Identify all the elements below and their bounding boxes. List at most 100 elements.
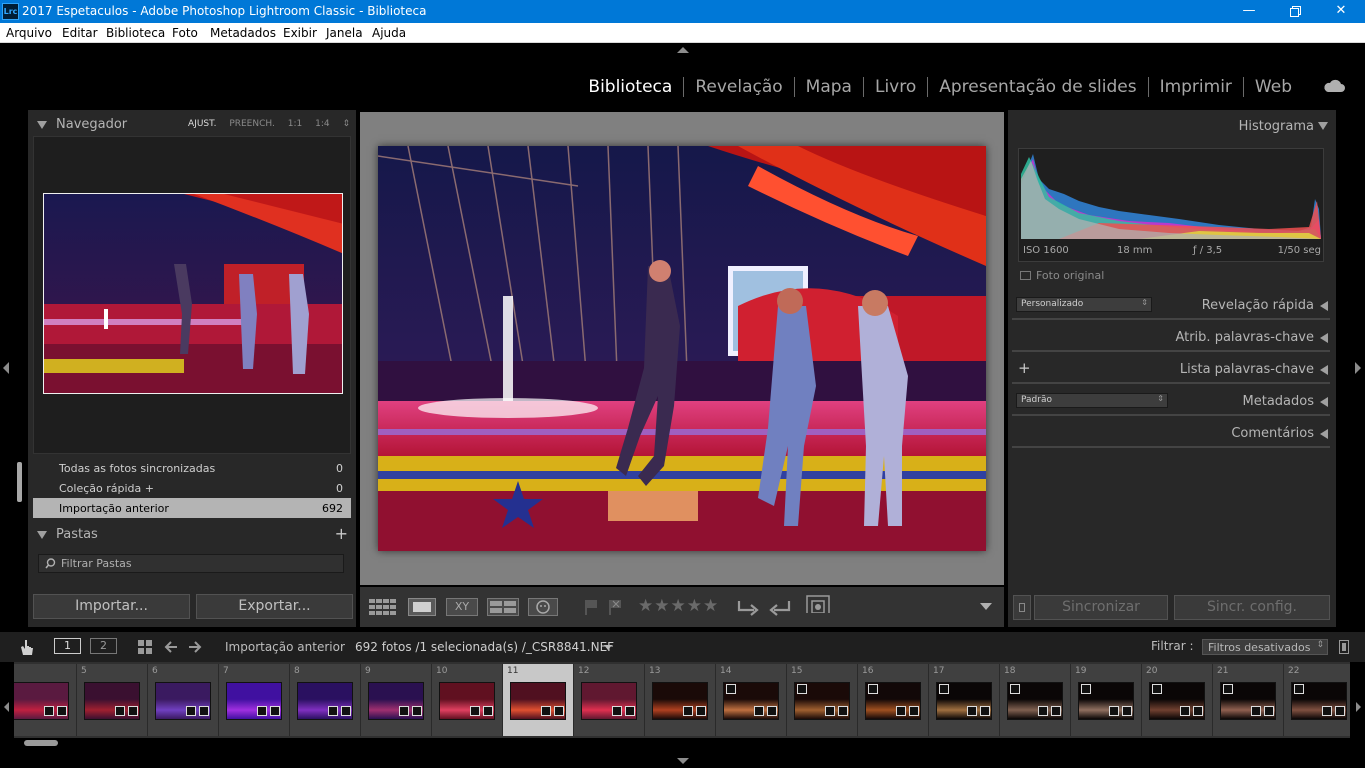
develop-badge-icon[interactable]: [128, 706, 138, 716]
keyword-badge-icon[interactable]: [541, 706, 551, 716]
develop-badge-icon[interactable]: [838, 706, 848, 716]
develop-badge-icon[interactable]: [1122, 706, 1132, 716]
left-panel-scrollbar[interactable]: [17, 462, 22, 502]
add-folder-icon[interactable]: +: [335, 524, 348, 543]
collapse-top-panel-icon[interactable]: [677, 47, 689, 53]
star-rating[interactable]: ★★★★★: [638, 596, 719, 616]
metadata-badge-icon[interactable]: [1152, 684, 1162, 694]
module-imprimir[interactable]: Imprimir: [1149, 77, 1243, 97]
metadata-preset-select[interactable]: Padrão ⇕: [1016, 393, 1168, 408]
second-window-toggle[interactable]: 2: [90, 638, 117, 654]
compare-view-icon[interactable]: XY: [446, 598, 478, 616]
develop-badge-icon[interactable]: [696, 706, 706, 716]
catalog-row-synced[interactable]: Todas as fotos sincronizadas 0: [33, 458, 351, 478]
zoom-fit-option[interactable]: AJUST.: [188, 119, 216, 129]
filmstrip-scroll-right-icon[interactable]: [1356, 702, 1361, 712]
menu-metadados[interactable]: Metadados: [210, 26, 276, 40]
keyword-badge-icon[interactable]: [967, 706, 977, 716]
develop-badge-icon[interactable]: [1335, 706, 1345, 716]
module-web[interactable]: Web: [1244, 77, 1303, 97]
filmstrip-thumbnail[interactable]: 16: [858, 664, 929, 736]
develop-badge-icon[interactable]: [1051, 706, 1061, 716]
develop-badge-icon[interactable]: [483, 706, 493, 716]
keyword-badge-icon[interactable]: [257, 706, 267, 716]
develop-badge-icon[interactable]: [1264, 706, 1274, 716]
survey-view-icon[interactable]: [487, 598, 519, 616]
metadata-badge-icon[interactable]: [1081, 684, 1091, 694]
keyword-badge-icon[interactable]: [683, 706, 693, 716]
grid-view-icon[interactable]: [368, 598, 398, 616]
develop-badge-icon[interactable]: [909, 706, 919, 716]
quick-develop-preset-select[interactable]: Personalizado ⇕: [1016, 297, 1152, 312]
metadata-badge-icon[interactable]: [1294, 684, 1304, 694]
histogram[interactable]: ISO 1600 18 mm ƒ / 3,5 1/50 seg: [1018, 148, 1324, 262]
loupe-view-icon[interactable]: [408, 598, 436, 616]
flag-icon[interactable]: [584, 598, 598, 616]
filmstrip-thumbnail[interactable]: 19: [1071, 664, 1142, 736]
filmstrip-thumbnail[interactable]: 13: [645, 664, 716, 736]
keyword-badge-icon[interactable]: [825, 706, 835, 716]
arrow-left-icon[interactable]: [164, 640, 178, 654]
people-view-icon[interactable]: [528, 598, 558, 616]
keyword-badge-icon[interactable]: [399, 706, 409, 716]
filmstrip-thumbnail[interactable]: 12: [574, 664, 645, 736]
catalog-row-quick-collection[interactable]: Coleção rápida + 0: [33, 478, 351, 498]
keyword-badge-icon[interactable]: [1109, 706, 1119, 716]
develop-badge-icon[interactable]: [980, 706, 990, 716]
zoom-1-4-option[interactable]: 1:4: [315, 119, 329, 129]
filmstrip-thumbnail[interactable]: [14, 664, 77, 736]
module-apresentacao[interactable]: Apresentação de slides: [928, 77, 1147, 97]
menu-exibir[interactable]: Exibir: [283, 26, 317, 40]
sync-settings-button[interactable]: Sincr. config.: [1174, 595, 1330, 620]
metadata-badge-icon[interactable]: [939, 684, 949, 694]
develop-badge-icon[interactable]: [625, 706, 635, 716]
rotate-right-icon[interactable]: [768, 598, 792, 616]
zoom-stepper-icon[interactable]: ⇕: [342, 119, 350, 129]
keywording-header[interactable]: Atrib. palavras-chave: [1008, 323, 1336, 351]
menu-ajuda[interactable]: Ajuda: [372, 26, 406, 40]
keyword-badge-icon[interactable]: [186, 706, 196, 716]
catalog-row-previous-import[interactable]: Importação anterior 692: [33, 498, 351, 518]
comments-header[interactable]: Comentários: [1008, 419, 1336, 447]
keyword-badge-icon[interactable]: [115, 706, 125, 716]
import-button[interactable]: Importar...: [33, 594, 190, 619]
filmstrip-scrollbar[interactable]: [24, 740, 58, 746]
auto-sync-switch[interactable]: [1013, 595, 1031, 620]
chevron-down-icon[interactable]: [604, 645, 612, 650]
develop-badge-icon[interactable]: [199, 706, 209, 716]
collapse-left-panel-icon[interactable]: [3, 362, 9, 374]
keyword-badge-icon[interactable]: [754, 706, 764, 716]
zoom-1-1-option[interactable]: 1:1: [288, 119, 302, 129]
filmstrip-thumbnail[interactable]: 20: [1142, 664, 1213, 736]
develop-badge-icon[interactable]: [554, 706, 564, 716]
filmstrip-thumbnail[interactable]: 10: [432, 664, 503, 736]
close-button[interactable]: ✕: [1318, 0, 1364, 23]
arrow-right-icon[interactable]: [188, 640, 202, 654]
metadata-badge-icon[interactable]: [868, 684, 878, 694]
reject-flag-icon[interactable]: [608, 598, 622, 616]
module-livro[interactable]: Livro: [864, 77, 927, 97]
main-photo[interactable]: [378, 146, 986, 551]
quick-develop-header[interactable]: Personalizado ⇕ Revelação rápida: [1008, 291, 1336, 319]
develop-badge-icon[interactable]: [270, 706, 280, 716]
keyword-badge-icon[interactable]: [1322, 706, 1332, 716]
folder-filter-input[interactable]: Filtrar Pastas: [38, 554, 344, 573]
minimize-button[interactable]: —: [1226, 0, 1272, 23]
develop-badge-icon[interactable]: [1193, 706, 1203, 716]
add-icon[interactable]: +: [145, 482, 154, 495]
keyword-badge-icon[interactable]: [470, 706, 480, 716]
develop-badge-icon[interactable]: [57, 706, 67, 716]
filmstrip-thumbnail[interactable]: 14: [716, 664, 787, 736]
metadata-header[interactable]: Padrão ⇕ Metadados: [1008, 387, 1336, 415]
filmstrip-thumbnail[interactable]: 21: [1213, 664, 1284, 736]
metadata-badge-icon[interactable]: [797, 684, 807, 694]
keyword-badge-icon[interactable]: [1038, 706, 1048, 716]
grid-icon[interactable]: [138, 640, 152, 654]
keyword-badge-icon[interactable]: [44, 706, 54, 716]
menu-janela[interactable]: Janela: [326, 26, 363, 40]
keyword-badge-icon[interactable]: [1251, 706, 1261, 716]
filmstrip-thumbnail[interactable]: 18: [1000, 664, 1071, 736]
filmstrip-thumbnail[interactable]: 6: [148, 664, 219, 736]
chevron-down-icon[interactable]: [980, 603, 992, 610]
keyword-badge-icon[interactable]: [328, 706, 338, 716]
